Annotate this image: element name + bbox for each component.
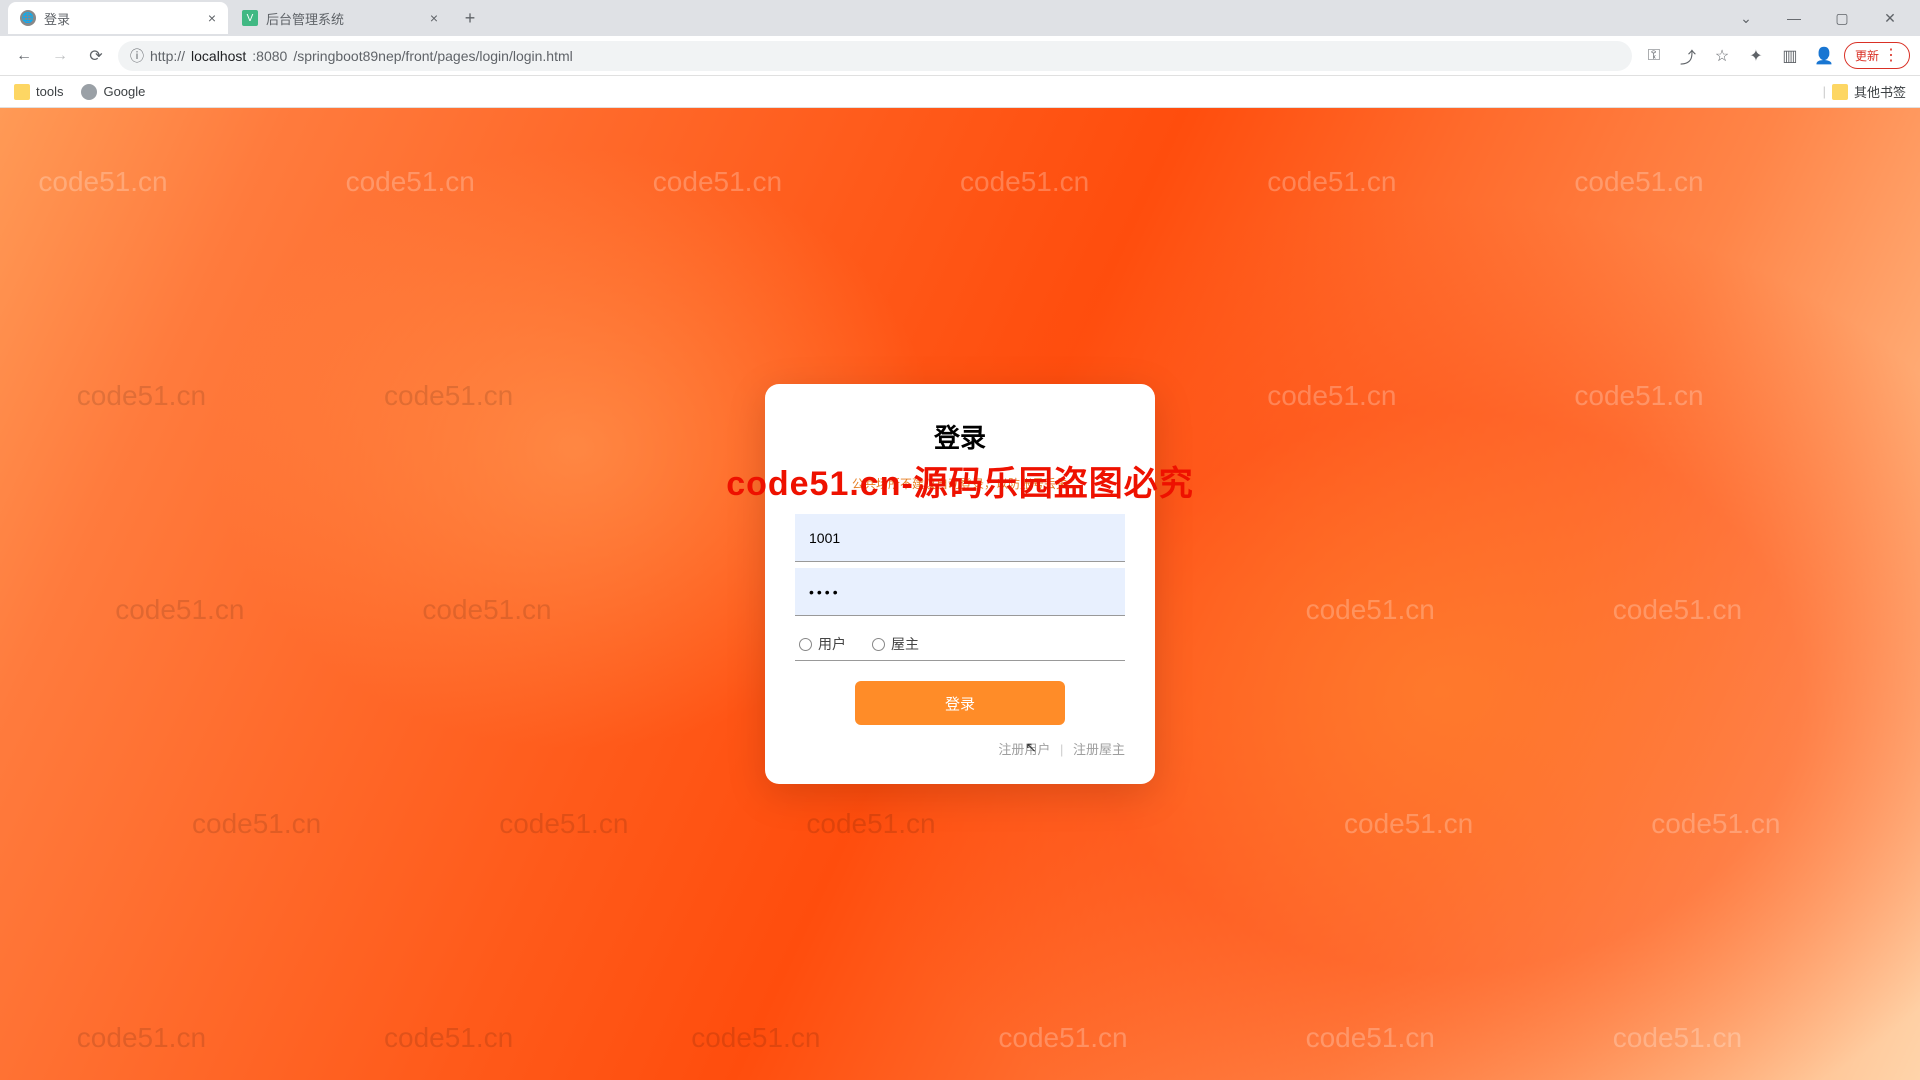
tab-title: 登录 bbox=[44, 9, 70, 28]
toolbar-right: ⚿ ⤴ ☆ ✦ ▥ 👤 更新 ⋮ bbox=[1640, 42, 1910, 70]
update-label: 更新 bbox=[1855, 47, 1879, 64]
watermark: code51.cn bbox=[499, 808, 628, 840]
close-window-icon[interactable]: ✕ bbox=[1868, 2, 1912, 34]
watermark: code51.cn bbox=[115, 594, 244, 626]
watermark: code51.cn bbox=[960, 166, 1089, 198]
tab-title: 后台管理系统 bbox=[266, 9, 344, 28]
browser-chrome: 🌐 登录 × V 后台管理系统 × + ⌄ — ▢ ✕ ← → ⟳ ⓘ http… bbox=[0, 0, 1920, 108]
watermark: code51.cn bbox=[192, 808, 321, 840]
tab-bar: 🌐 登录 × V 后台管理系统 × + ⌄ — ▢ ✕ bbox=[0, 0, 1920, 36]
bookmark-label: 其他书签 bbox=[1854, 82, 1906, 101]
bookmark-bar: tools Google | 其他书签 bbox=[0, 76, 1920, 108]
vue-icon: V bbox=[242, 10, 258, 26]
radio-icon bbox=[799, 638, 812, 651]
password-input[interactable] bbox=[795, 568, 1125, 616]
username-row bbox=[795, 514, 1125, 562]
watermark: code51.cn bbox=[1267, 166, 1396, 198]
menu-icon: ⋮ bbox=[1883, 48, 1899, 64]
watermark: code51.cn bbox=[691, 1022, 820, 1054]
url-port: :8080 bbox=[252, 48, 287, 64]
minimize-icon[interactable]: — bbox=[1772, 2, 1816, 34]
chevron-down-icon[interactable]: ⌄ bbox=[1724, 2, 1768, 34]
bookmark-google[interactable]: Google bbox=[81, 84, 145, 100]
close-icon[interactable]: × bbox=[430, 10, 438, 26]
watermark: code51.cn bbox=[422, 594, 551, 626]
role-radio-group: 用户 屋主 bbox=[795, 622, 1125, 661]
watermark: code51.cn bbox=[806, 808, 935, 840]
watermark: code51.cn bbox=[1613, 594, 1742, 626]
update-button[interactable]: 更新 ⋮ bbox=[1844, 42, 1910, 69]
overlay-watermark-text: code51.cn-源码乐园盗图必究 bbox=[726, 456, 1194, 505]
watermark: code51.cn bbox=[384, 1022, 513, 1054]
register-owner-link[interactable]: 注册屋主 bbox=[1073, 742, 1125, 757]
role-user-label: 用户 bbox=[818, 634, 846, 654]
role-owner-radio[interactable]: 屋主 bbox=[872, 634, 919, 654]
sidepanel-icon[interactable]: ▥ bbox=[1776, 42, 1804, 70]
watermark: code51.cn bbox=[38, 166, 167, 198]
watermark: code51.cn bbox=[1344, 808, 1473, 840]
maximize-icon[interactable]: ▢ bbox=[1820, 2, 1864, 34]
close-icon[interactable]: × bbox=[208, 10, 216, 26]
profile-icon[interactable]: 👤 bbox=[1810, 42, 1838, 70]
window-controls: ⌄ — ▢ ✕ bbox=[1724, 2, 1920, 34]
forward-icon[interactable]: → bbox=[46, 42, 74, 70]
watermark: code51.cn bbox=[653, 166, 782, 198]
watermark: code51.cn bbox=[77, 1022, 206, 1054]
extensions-icon[interactable]: ✦ bbox=[1742, 42, 1770, 70]
username-input[interactable] bbox=[795, 514, 1125, 562]
folder-icon bbox=[14, 84, 30, 100]
info-icon: ⓘ bbox=[130, 46, 144, 66]
cursor-icon: ↖ bbox=[1025, 739, 1037, 756]
page-content: code51.cn code51.cn code51.cn code51.cn … bbox=[0, 108, 1920, 1080]
watermark: code51.cn bbox=[1306, 1022, 1435, 1054]
reload-icon[interactable]: ⟳ bbox=[82, 42, 110, 70]
bookmark-other[interactable]: | 其他书签 bbox=[1823, 82, 1906, 101]
bookmark-label: tools bbox=[36, 84, 63, 99]
new-tab-button[interactable]: + bbox=[456, 4, 484, 32]
key-icon[interactable]: ⚿ bbox=[1640, 42, 1668, 70]
register-links: 注册用户 | 注册屋主 bbox=[795, 739, 1125, 758]
role-owner-label: 屋主 bbox=[891, 634, 919, 654]
bookmark-tools[interactable]: tools bbox=[14, 84, 63, 100]
url-scheme: http:// bbox=[150, 48, 185, 64]
tab-admin[interactable]: V 后台管理系统 × bbox=[230, 2, 450, 34]
tab-login[interactable]: 🌐 登录 × bbox=[8, 2, 228, 34]
radio-icon bbox=[872, 638, 885, 651]
watermark: code51.cn bbox=[1574, 380, 1703, 412]
bookmark-label: Google bbox=[103, 84, 145, 99]
watermark: code51.cn bbox=[1574, 166, 1703, 198]
star-icon[interactable]: ☆ bbox=[1708, 42, 1736, 70]
password-row bbox=[795, 568, 1125, 616]
login-button[interactable]: 登录 bbox=[855, 681, 1065, 725]
login-title: 登录 bbox=[795, 418, 1125, 455]
watermark: code51.cn bbox=[1306, 594, 1435, 626]
separator: | bbox=[1060, 742, 1063, 757]
watermark: code51.cn bbox=[346, 166, 475, 198]
watermark: code51.cn bbox=[1613, 1022, 1742, 1054]
watermark: code51.cn bbox=[1267, 380, 1396, 412]
url-bar[interactable]: ⓘ http:// localhost :8080/springboot89nep/… bbox=[118, 41, 1632, 71]
watermark: code51.cn bbox=[998, 1022, 1127, 1054]
folder-icon bbox=[1832, 84, 1848, 100]
watermark: code51.cn bbox=[77, 380, 206, 412]
watermark: code51.cn bbox=[384, 380, 513, 412]
divider: | bbox=[1823, 84, 1826, 99]
watermark: code51.cn bbox=[1651, 808, 1780, 840]
login-button-label: 登录 bbox=[945, 696, 975, 713]
login-card: 登录 公共场所不建议自动登录，以防账号丢失 用户 屋主 登录 注册用户 | 注册… bbox=[765, 384, 1155, 784]
url-path: /springboot89nep/front/pages/login/login… bbox=[293, 48, 572, 64]
globe-icon bbox=[81, 84, 97, 100]
share-icon[interactable]: ⤴ bbox=[1674, 42, 1702, 70]
url-host: localhost bbox=[191, 48, 246, 64]
role-user-radio[interactable]: 用户 bbox=[799, 634, 846, 654]
globe-icon: 🌐 bbox=[20, 10, 36, 26]
nav-bar: ← → ⟳ ⓘ http:// localhost :8080/springboot… bbox=[0, 36, 1920, 76]
back-icon[interactable]: ← bbox=[10, 42, 38, 70]
